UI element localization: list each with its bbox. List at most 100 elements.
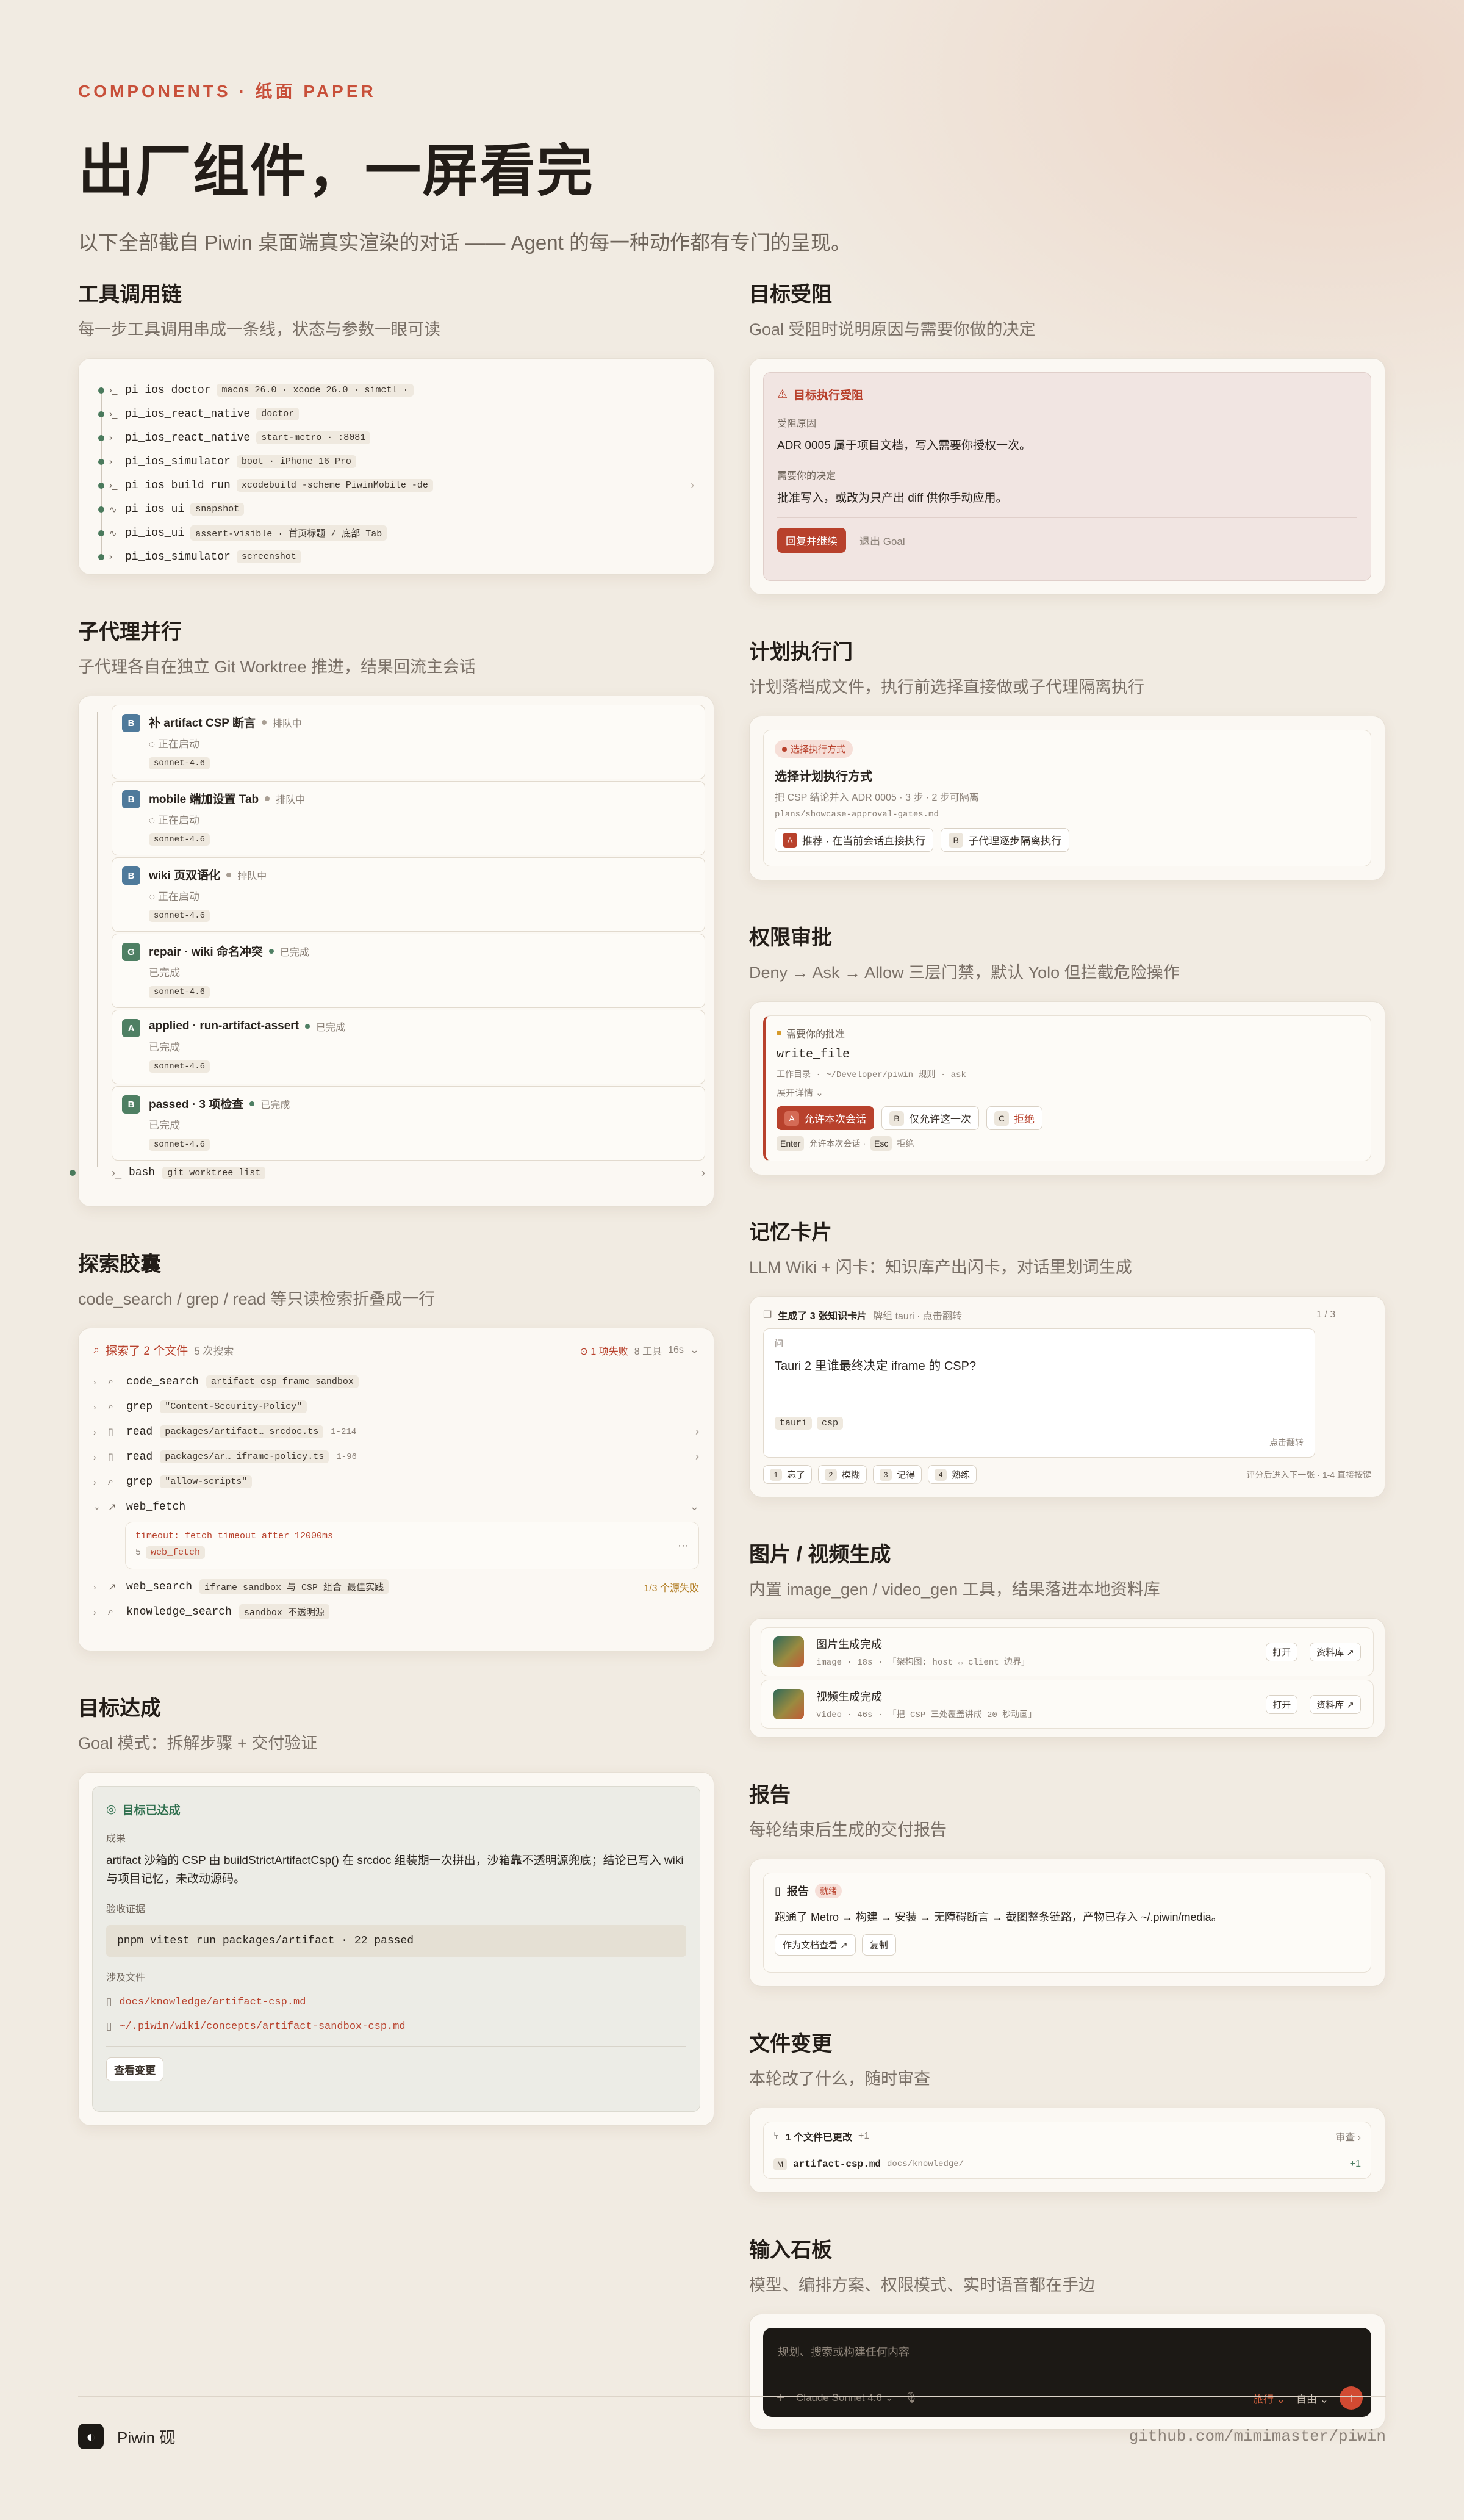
subagent-row[interactable]: A applied · run-artifact-assert 已完成 已完成 … [112,1010,705,1084]
tool-call-row[interactable]: ∿ pi_ios_ui snapshot [98,497,694,521]
explore-header[interactable]: ⌕ 探索了 2 个文件 5 次搜索 ⊙ 1 项失败 8 工具 16s ⌄ [85,1334,708,1369]
status-dot [98,387,104,394]
media-row[interactable]: 视频生成完成 video · 46s · 「把 CSP 三处覆盖讲成 20 秒动… [761,1680,1374,1729]
tool-name: web_search [126,1580,193,1593]
file-icon: ▯ [108,1427,113,1438]
tool-call-row[interactable]: ›_ pi_ios_simulator screenshot [98,545,694,569]
branch-icon: ⑂ [773,2130,780,2141]
question-text: Tauri 2 里谁最终决定 iframe 的 CSP? [775,1359,977,1373]
subagent-row[interactable]: B passed · 3 项检查 已完成 已完成 sonnet-4.6 [112,1086,705,1161]
file-link[interactable]: ▯ ~/.piwin/wiki/concepts/artifact-sandbox… [106,2020,686,2032]
open-button[interactable]: 打开 [1266,1642,1298,1661]
list-item-knowledge-search[interactable]: › ⌕ knowledge_search sandbox 不透明源 [85,1599,708,1624]
changed-file-row[interactable]: M artifact-csp.md docs/knowledge/ +1 [773,2150,1361,2178]
warning-icon: ⚠ [777,388,788,401]
terminal-icon: ›_ [109,480,118,491]
goal-status: ◎ 目标已达成 [106,1803,181,1817]
wave-icon: ∿ [109,504,117,515]
permission-tool: write_file [777,1048,850,1062]
section-title: 图片 / 视频生成 [749,1543,891,1566]
reply-continue-button[interactable]: 回复并继续 [777,528,846,553]
view-changes-button[interactable]: 查看变更 [106,2057,163,2081]
permission-box: 需要你的批准 write_file 工作目录 · ~/Developer/piw… [763,1015,1371,1161]
allow-once-button[interactable]: B 仅允许这一次 [881,1106,979,1130]
subagent-list: B 补 artifact CSP 断言 排队中 ◌ 正在启动 sonnet-4.… [70,696,714,1192]
terminal-icon: ›_ [109,456,118,467]
chevron-down-icon[interactable]: ⌄ [690,1344,699,1356]
media-thumbnail[interactable] [773,1689,804,1719]
subagent-row[interactable]: B mobile 端加设置 Tab 排队中 ◌ 正在启动 sonnet-4.6 [112,781,705,855]
grade-button[interactable]: 1 忘了 [763,1465,813,1484]
list-item-web-fetch[interactable]: ⌄ ↗ web_fetch ⌄ [85,1494,708,1519]
status-dot [98,506,104,513]
grade-button[interactable]: 4 熟练 [928,1465,977,1484]
repo-link[interactable]: github.com/mimimaster/piwin [1129,2427,1386,2446]
changes-header: ⑂ 1 个文件已更改 +1 审查 › [773,2122,1361,2150]
chevron-right-icon: › [93,1402,96,1412]
report-card: ▯ 报告 就绪 跑通了 Metro → 构建 → 安装 → 无障碍断言 → 截图… [749,1859,1385,1987]
subagent-row[interactable]: B 补 artifact CSP 断言 排队中 ◌ 正在启动 sonnet-4.… [112,705,705,779]
grade-button[interactable]: 3 记得 [873,1465,922,1484]
list-item[interactable]: › ⌕ grep "allow-scripts" [85,1469,708,1494]
reason-label: 受阻原因 [777,419,817,429]
list-item[interactable]: › ⌕ grep "Content-Security-Policy" [85,1394,708,1419]
media-card: 图片生成完成 image · 18s · 「架构图: host ↔ client… [749,1618,1385,1738]
list-item[interactable]: › ▯ read packages/artifact… srcdoc.ts 1-… [85,1419,708,1444]
tool-call-row[interactable]: ›_ pi_ios_react_native start-metro · :80… [98,426,694,450]
model-badge: sonnet-4.6 [149,1139,210,1151]
library-button[interactable]: 资料库 ↗ [1310,1642,1361,1661]
tool-call-row[interactable]: ∿ pi_ios_ui assert-visible · 首页标题 / 底部 T… [98,521,694,545]
flip-hint: 点击翻转 [1269,1438,1304,1447]
error-text: timeout: fetch timeout after 12000ms [135,1531,334,1541]
list-item[interactable]: › ▯ read packages/ar… iframe-policy.ts 1… [85,1444,708,1469]
list-item[interactable]: › ⌕ code_search artifact csp frame sandb… [85,1369,708,1394]
allow-session-button[interactable]: A 允许本次会话 [777,1106,874,1130]
open-button[interactable]: 打开 [1266,1694,1298,1714]
section-title: 计划执行门 [749,641,853,664]
terminal-icon: ›_ [109,409,118,419]
file-link[interactable]: ▯ docs/knowledge/artifact-csp.md [106,1996,686,2008]
more-icon[interactable]: ⋯ [678,1539,689,1552]
grade-button[interactable]: 2 模糊 [818,1465,867,1484]
agent-avatar: B [122,714,140,732]
goal-done-box: ◎ 目标已达成 成果 artifact 沙箱的 CSP 由 buildStrict… [92,1786,700,2112]
tool-name: pi_ios_build_run [125,479,231,492]
exit-goal-button[interactable]: 退出 Goal [859,533,905,548]
status-dot [70,1170,76,1176]
copy-button[interactable]: 复制 [861,1934,896,1956]
status-badge: 就绪 [814,1884,842,1898]
status-dot [249,1101,255,1106]
agent-detail: ◌ 正在启动 [149,891,199,902]
section-subtitle: 子代理各自在独立 Git Worktree 推进，结果回流主会话 [78,658,476,676]
review-button[interactable]: 审查 › [1335,2129,1361,2144]
tool-call-row[interactable]: ›_ pi_ios_build_run xcodebuild -scheme P… [98,473,694,497]
goal-done-card: ◎ 目标已达成 成果 artifact 沙箱的 CSP 由 buildStrict… [78,1772,714,2126]
library-button[interactable]: 资料库 ↗ [1310,1694,1361,1714]
keyboard-hints: Enter 允许本次会话 · Esc 拒绝 [777,1136,1360,1151]
section-changes: 文件变更 本轮改了什么，随时审查 ⑂ 1 个文件已更改 +1 审查 › M ar… [749,2027,1385,2193]
section-subtitle: 每一步工具调用串成一条线，状态与参数一眼可读 [78,320,440,339]
report-header: ▯ 报告 就绪 [775,1883,1360,1899]
expand-details-toggle[interactable]: 展开详情 ⌄ [777,1086,1360,1099]
view-as-doc-button[interactable]: 作为文档查看 ↗ [775,1934,856,1956]
media-thumbnail[interactable] [773,1636,804,1667]
line-number: 5 [135,1547,142,1558]
result-label: 成果 [106,1834,126,1844]
bash-row[interactable]: ›_ bash git worktree list › [70,1162,705,1183]
tool-call-row[interactable]: ›_ pi_ios_simulator boot · iPhone 16 Pro [98,450,694,473]
agent-detail: ◌ 正在启动 [149,738,199,750]
subagent-row[interactable]: G repair · wiki 命名冲突 已完成 已完成 sonnet-4.6 [112,934,705,1008]
search-icon: ⌕ [108,1476,113,1487]
evidence-label: 验收证据 [106,1904,146,1915]
tool-call-row[interactable]: ›_ pi_ios_doctor macos 26.0 · xcode 26.0… [98,378,694,402]
chevron-right-icon: › [93,1477,96,1487]
list-item-web-search[interactable]: › ↗ web_search iframe sandbox 与 CSP 组合 最… [85,1574,708,1599]
plan-option-a-button[interactable]: A 推荐 · 在当前会话直接执行 [775,828,934,852]
deny-button[interactable]: C 拒绝 [986,1106,1042,1130]
subagent-row[interactable]: B wiki 页双语化 排队中 ◌ 正在启动 sonnet-4.6 [112,857,705,932]
plan-option-b-button[interactable]: B 子代理逐步隔离执行 [941,828,1070,852]
tool-call-row[interactable]: ›_ pi_ios_react_native doctor [98,402,694,426]
tool-args: artifact csp frame sandbox [206,1375,359,1388]
media-row[interactable]: 图片生成完成 image · 18s · 「架构图: host ↔ client… [761,1627,1374,1676]
flashcard[interactable]: 问 Tauri 2 里谁最终决定 iframe 的 CSP? tauri csp… [763,1328,1315,1458]
